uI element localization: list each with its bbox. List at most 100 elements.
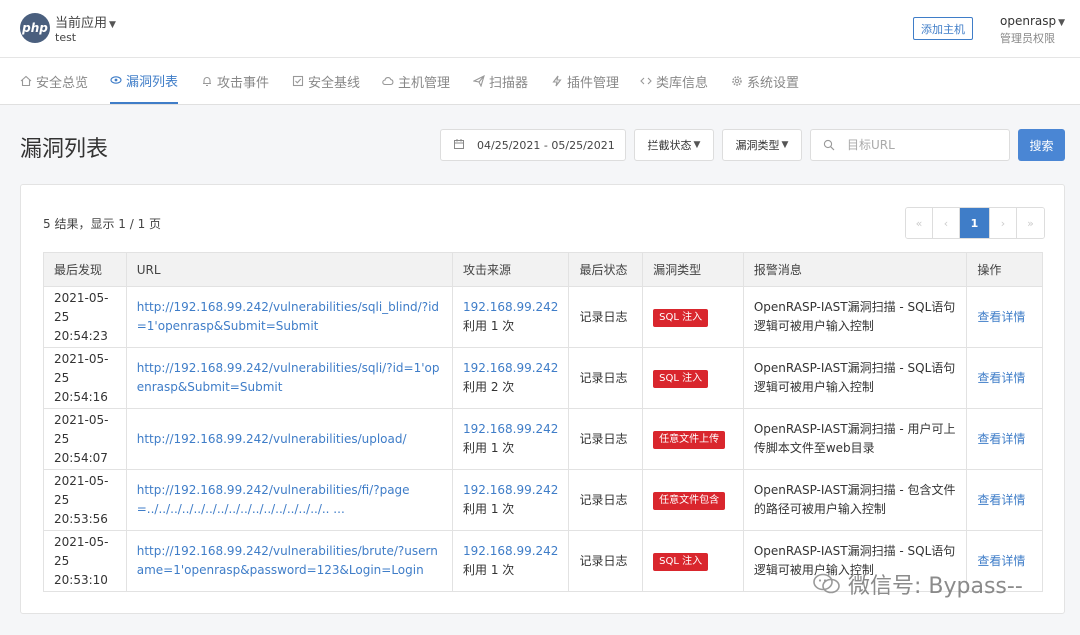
watermark: 微信号: Bypass-- (812, 568, 1023, 600)
source-ip-link[interactable]: 192.168.99.242 (463, 483, 558, 497)
cell-status: 记录日志 (568, 347, 644, 409)
date-text: 2021-05-25 (54, 351, 109, 385)
source-ip-link[interactable]: 192.168.99.242 (463, 300, 558, 314)
nav-label: 类库信息 (656, 75, 709, 91)
nav-label: 漏洞列表 (126, 74, 179, 90)
page-title: 漏洞列表 (20, 137, 109, 162)
view-details-link[interactable]: 查看详情 (977, 554, 1025, 568)
cloud-icon (382, 75, 394, 87)
cell-type: SQL 注入 (642, 347, 744, 409)
page-first[interactable]: « (906, 208, 933, 238)
page-current[interactable]: 1 (960, 208, 990, 238)
cell-url: http://192.168.99.242/vulnerabilities/sq… (125, 347, 454, 409)
table-row: 2021-05-25 20:54:16 http://192.168.99.242… (43, 347, 1043, 409)
time-text: 20:53:10 (54, 572, 108, 587)
time-text: 20:54:16 (54, 389, 108, 404)
nav-label: 插件管理 (567, 75, 620, 91)
caret-down-icon: ▼ (1058, 18, 1066, 28)
source-ip-link[interactable]: 192.168.99.242 (463, 422, 558, 436)
cell-source: 192.168.99.242 利用 1 次 (452, 469, 570, 531)
time-text: 20:54:23 (54, 328, 108, 343)
cell-action: 查看详情 (966, 408, 1043, 470)
block-status-dropdown[interactable]: 拦截状态 ▼ (634, 129, 714, 161)
cell-url: http://192.168.99.242/vulnerabilities/fi… (125, 469, 454, 531)
cell-url: http://192.168.99.242/vulnerabilities/br… (125, 530, 454, 592)
col-message: 报警消息 (742, 252, 968, 287)
nav-label: 扫描器 (489, 75, 529, 91)
cell-message: OpenRASP-IAST漏洞扫描 - SQL语句逻辑可被用户输入控制 (742, 347, 968, 409)
target-url-input[interactable] (847, 138, 997, 152)
cell-url: http://192.168.99.242/vulnerabilities/sq… (125, 286, 454, 348)
source-count: 利用 1 次 (463, 502, 515, 516)
url-link[interactable]: http://192.168.99.242/vulnerabilities/fi… (137, 483, 410, 516)
nav-item-vuln-list[interactable]: 漏洞列表 (110, 58, 179, 104)
search-icon (823, 139, 835, 151)
nav-item-scanner[interactable]: 扫描器 (473, 58, 528, 104)
cell-source: 192.168.99.242 利用 1 次 (452, 530, 570, 592)
vuln-type-badge: 任意文件上传 (653, 431, 726, 449)
url-link[interactable]: http://192.168.99.242/vulnerabilities/up… (137, 432, 407, 446)
target-url-search (810, 129, 1010, 161)
nav-item-overview[interactable]: 安全总览 (20, 58, 88, 104)
url-link[interactable]: http://192.168.99.242/vulnerabilities/br… (137, 544, 438, 577)
add-host-button[interactable]: 添加主机 (913, 17, 973, 40)
cell-status: 记录日志 (568, 286, 644, 348)
cell-status: 记录日志 (568, 530, 644, 592)
time-text: 20:54:07 (54, 450, 108, 465)
vuln-type-badge: SQL 注入 (653, 370, 709, 388)
view-details-link[interactable]: 查看详情 (977, 310, 1025, 324)
checkbox-icon (292, 75, 304, 87)
page-last[interactable]: » (1017, 208, 1044, 238)
view-details-link[interactable]: 查看详情 (977, 371, 1025, 385)
table-header-row: 最后发现 URL 攻击来源 最后状态 漏洞类型 报警消息 操作 (43, 252, 1043, 287)
vuln-table: 最后发现 URL 攻击来源 最后状态 漏洞类型 报警消息 操作 2021-05-… (43, 252, 1043, 592)
cell-message: OpenRASP-IAST漏洞扫描 - 包含文件的路径可被用户输入控制 (742, 469, 968, 531)
cell-message: OpenRASP-IAST漏洞扫描 - 用户可上传脚本文件至web目录 (742, 408, 968, 470)
url-link[interactable]: http://192.168.99.242/vulnerabilities/sq… (137, 361, 440, 394)
vuln-type-badge: SQL 注入 (653, 553, 709, 571)
user-name: openrasp (1000, 14, 1057, 28)
cell-type: SQL 注入 (642, 530, 744, 592)
table-row: 2021-05-25 20:54:23 http://192.168.99.242… (43, 286, 1043, 348)
nav-item-settings[interactable]: 系统设置 (731, 58, 799, 104)
view-details-link[interactable]: 查看详情 (977, 432, 1025, 446)
search-button[interactable]: 搜索 (1018, 129, 1065, 161)
date-range-picker[interactable]: 04/25/2021 - 05/25/2021 (440, 129, 626, 161)
user-menu[interactable]: openrasp ▼ (1000, 14, 1065, 28)
app-switcher[interactable]: 当前应用 ▼ (55, 12, 116, 31)
cell-url: http://192.168.99.242/vulnerabilities/up… (125, 408, 454, 470)
code-icon (640, 75, 652, 87)
table-row: 2021-05-25 20:53:56 http://192.168.99.242… (43, 469, 1043, 531)
cell-source: 192.168.99.242 利用 1 次 (452, 408, 570, 470)
nav-label: 安全总览 (36, 75, 89, 91)
nav-label: 系统设置 (747, 75, 800, 91)
source-ip-link[interactable]: 192.168.99.242 (463, 544, 558, 558)
source-count: 利用 1 次 (463, 319, 515, 333)
time-text: 20:53:56 (54, 511, 108, 526)
col-url: URL (125, 252, 454, 287)
page-next[interactable]: › (990, 208, 1017, 238)
date-text: 2021-05-25 (54, 412, 109, 446)
nav-item-attack-events[interactable]: 攻击事件 (201, 58, 269, 104)
cell-status: 记录日志 (568, 469, 644, 531)
nav-label: 主机管理 (398, 75, 451, 91)
col-source: 攻击来源 (452, 252, 570, 287)
dropdown-label: 拦截状态 (647, 139, 692, 152)
bolt-icon (551, 75, 563, 87)
date-range-value: 04/25/2021 - 05/25/2021 (477, 138, 615, 152)
view-details-link[interactable]: 查看详情 (977, 493, 1025, 507)
col-action: 操作 (966, 252, 1043, 287)
caret-down-icon: ▼ (109, 20, 116, 30)
source-ip-link[interactable]: 192.168.99.242 (463, 361, 558, 375)
page-prev[interactable]: ‹ (933, 208, 960, 238)
dropdown-label: 漏洞类型 (735, 139, 780, 152)
pagination: « ‹ 1 › » (905, 207, 1045, 239)
url-link[interactable]: http://192.168.99.242/vulnerabilities/sq… (137, 300, 439, 333)
vuln-type-badge: SQL 注入 (653, 309, 709, 327)
nav-item-hosts[interactable]: 主机管理 (382, 58, 450, 104)
vuln-type-dropdown[interactable]: 漏洞类型 ▼ (722, 129, 802, 161)
nav-item-libraries[interactable]: 类库信息 (640, 58, 708, 104)
cell-date: 2021-05-25 20:53:10 (43, 530, 127, 592)
nav-item-plugins[interactable]: 插件管理 (551, 58, 619, 104)
nav-item-baseline[interactable]: 安全基线 (292, 58, 360, 104)
